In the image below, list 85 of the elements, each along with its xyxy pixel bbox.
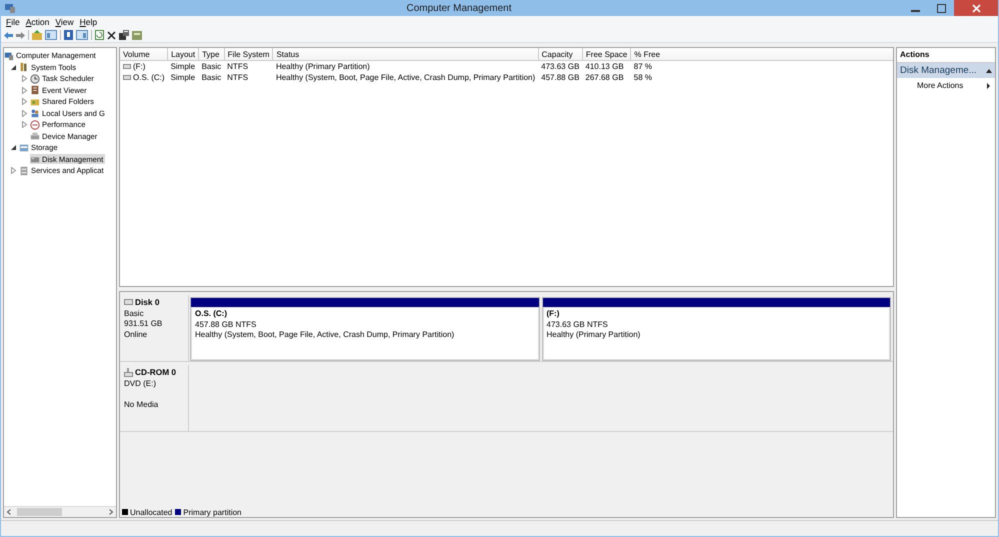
actions-section[interactable]: Disk Manageme... — [897, 63, 995, 78]
disk-drive-icon — [124, 299, 133, 305]
forward-arrow-icon[interactable] — [16, 30, 25, 40]
disk-type: DVD (E:) — [124, 378, 157, 388]
menu-item[interactable]: Help — [76, 17, 100, 27]
table-cell: O.S. (C:) — [133, 73, 165, 82]
collapsed-arrow-icon[interactable] — [10, 167, 17, 174]
column-header[interactable]: Volume — [120, 48, 168, 60]
storage-icon — [19, 142, 29, 153]
table-cell: NTFS — [224, 60, 273, 72]
close-icon — [972, 4, 980, 12]
table-cell-text: Simple — [170, 72, 196, 83]
collapsed-arrow-icon[interactable] — [21, 110, 28, 117]
expanded-arrow-icon[interactable] — [10, 144, 17, 152]
table-cell: 410.13 GB — [582, 60, 631, 72]
submenu-arrow-icon — [987, 82, 990, 88]
computer-icon — [4, 50, 14, 61]
maximize-icon — [936, 4, 946, 12]
scroll-right-icon[interactable] — [109, 509, 113, 515]
collapse-icon[interactable] — [986, 68, 992, 72]
action-item[interactable]: More Actions — [897, 78, 995, 90]
log-icon — [30, 85, 40, 96]
pane-toggle-icon[interactable] — [76, 30, 88, 40]
legend-label: Unallocated — [130, 508, 172, 516]
table-cell: Healthy (Primary Partition) — [272, 60, 538, 72]
collapsed-arrow-icon[interactable] — [21, 121, 28, 128]
back-arrow-icon[interactable] — [4, 30, 13, 40]
pane-toggle-icon[interactable] — [45, 30, 57, 40]
table-cell: 87 % — [630, 60, 893, 72]
legend-label: Primary partition — [183, 508, 242, 516]
column-header[interactable]: Status — [272, 48, 538, 60]
users-icon — [30, 108, 40, 118]
table-cell-text: 457.88 GB — [540, 72, 580, 83]
partition-title: (F:) — [546, 309, 560, 318]
disk-name: CD-ROM 0 — [135, 367, 176, 377]
folder-up-icon[interactable] — [32, 30, 42, 40]
table-cell-text: 58 % — [632, 72, 653, 83]
partition-size: 457.88 GB NTFS — [195, 320, 258, 328]
table-cell: Basic — [198, 60, 224, 72]
partition-status: Healthy (System, Boot, Page File, Active, Crash Dump, Primary Partition) — [195, 330, 456, 339]
partition-size: 473.63 GB NTFS — [546, 320, 609, 328]
table-cell-text: NTFS — [226, 72, 250, 83]
partition-title: O.S. (C:) — [195, 309, 228, 318]
table-cell-text: Healthy (System, Boot, Page File, Active, Crash Dump, Primary Partition) — [274, 72, 536, 83]
disk-name: Disk 0 — [135, 297, 160, 307]
expanded-arrow-icon[interactable] — [10, 64, 17, 71]
properties-icon[interactable] — [119, 30, 129, 40]
partition-status: Healthy (Primary Partition) — [546, 330, 642, 339]
folder-icon — [30, 96, 40, 107]
collapsed-arrow-icon[interactable] — [21, 98, 28, 106]
clock-icon — [30, 74, 40, 84]
column-header[interactable]: Type — [198, 48, 224, 60]
partition-block[interactable]: (F:) 473.63 GB NTFS Healthy (Primary Partition) — [542, 297, 891, 361]
disk-status: Online — [124, 330, 148, 338]
column-header[interactable]: Free Space — [582, 48, 631, 60]
app-icon — [4, 2, 16, 14]
table-cell: 473.63 GB — [538, 60, 582, 72]
menu-item[interactable]: Action — [22, 17, 52, 27]
horizontal-scrollbar[interactable] — [4, 506, 116, 517]
optical-drive-icon — [124, 368, 133, 376]
services-icon — [19, 166, 29, 176]
menu-item[interactable]: View — [52, 17, 77, 27]
table-cell-text: 267.68 GB — [584, 72, 625, 83]
table-cell: Simple — [168, 60, 199, 72]
column-header[interactable]: File System — [224, 48, 273, 60]
refresh-page-icon[interactable] — [95, 30, 104, 40]
disk-size: 931.51 GB — [124, 319, 164, 328]
collapsed-arrow-icon[interactable] — [21, 75, 28, 82]
disk-status: No Media — [124, 400, 160, 408]
column-header[interactable]: Layout — [168, 48, 199, 60]
table-cell: (F:) — [133, 62, 146, 71]
scroll-left-icon[interactable] — [7, 509, 11, 515]
column-header[interactable]: Capacity — [538, 48, 582, 60]
column-header[interactable]: % Free — [630, 48, 893, 60]
tools-icon — [19, 62, 29, 72]
collapsed-arrow-icon[interactable] — [21, 86, 28, 94]
minimize-icon — [910, 10, 920, 12]
menu-item[interactable]: File — [3, 17, 23, 27]
window-title: Computer Management — [405, 2, 513, 14]
close-button[interactable] — [954, 0, 998, 16]
partition-block[interactable]: O.S. (C:) 457.88 GB NTFS Healthy (System, Boot, Page File, Active, Crash Dump, Primary Partition) — [190, 297, 540, 361]
help-icon[interactable] — [64, 30, 73, 40]
delete-icon[interactable] — [107, 30, 116, 40]
table-cell-text: Basic — [200, 72, 222, 83]
disk-type: Basic — [124, 308, 145, 318]
